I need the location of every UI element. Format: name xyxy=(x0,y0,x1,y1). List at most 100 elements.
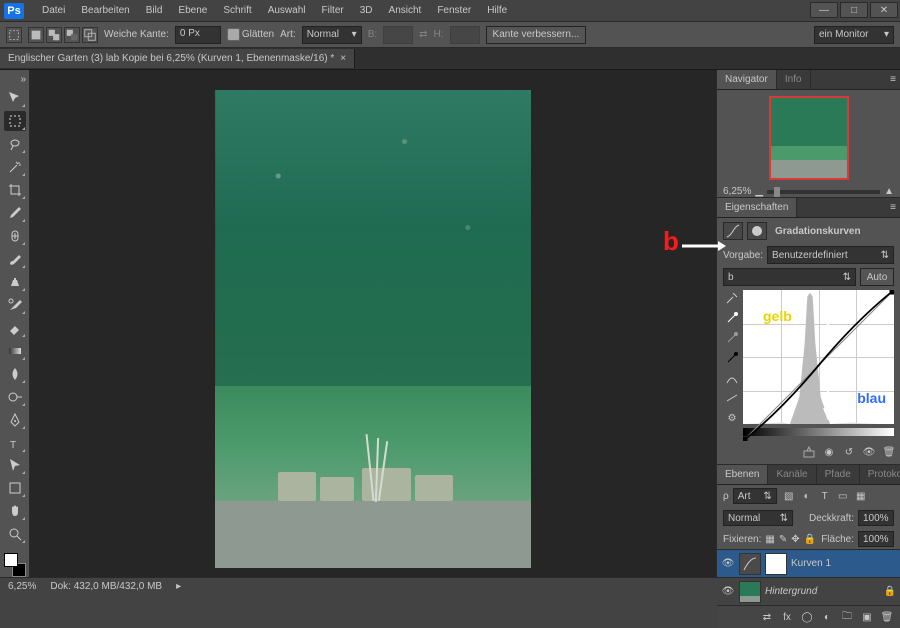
feather-input[interactable]: 0 Px xyxy=(175,26,221,44)
maximize-button[interactable]: □ xyxy=(840,2,868,18)
marquee-tool[interactable] xyxy=(4,111,26,131)
filter-shape-icon[interactable]: ▭ xyxy=(835,489,851,503)
toggle-visibility-icon[interactable]: 👁 xyxy=(860,444,878,460)
layers-tab[interactable]: Ebenen xyxy=(717,465,768,484)
view-previous-icon[interactable]: ◉ xyxy=(820,444,838,460)
menu-view[interactable]: Ansicht xyxy=(381,1,430,20)
layer-name[interactable]: Kurven 1 xyxy=(791,558,831,569)
filter-smart-icon[interactable]: ▦ xyxy=(853,489,869,503)
layer-style-icon[interactable]: fx xyxy=(778,609,796,625)
edit-points-icon[interactable] xyxy=(724,370,740,386)
mask-icon[interactable] xyxy=(747,222,767,240)
curves-graph[interactable]: gelb blau xyxy=(743,290,894,424)
zoom-out-icon[interactable]: ▁ xyxy=(755,186,763,197)
minimize-button[interactable]: — xyxy=(810,2,838,18)
layer-row-background[interactable]: 👁 Hintergrund 🔒 xyxy=(717,578,900,606)
sample-gray-icon[interactable] xyxy=(724,330,740,346)
reset-icon[interactable]: ↺ xyxy=(840,444,858,460)
shape-tool[interactable] xyxy=(4,478,26,498)
style-select[interactable]: Normal▾ xyxy=(302,26,362,44)
channels-tab[interactable]: Kanäle xyxy=(768,465,816,484)
menu-3d[interactable]: 3D xyxy=(352,1,381,20)
background-layer-thumb[interactable] xyxy=(739,581,761,603)
menu-help[interactable]: Hilfe xyxy=(479,1,515,20)
canvas-area[interactable] xyxy=(30,70,716,577)
collapse-toolbox-icon[interactable]: » xyxy=(0,74,29,85)
new-selection-icon[interactable] xyxy=(28,27,44,43)
document-canvas[interactable] xyxy=(215,90,531,568)
filter-type-icon[interactable]: T xyxy=(817,489,833,503)
brush-tool[interactable] xyxy=(4,249,26,269)
preset-select[interactable]: Benutzerdefiniert⇅ xyxy=(767,246,894,264)
path-selection-tool[interactable] xyxy=(4,456,26,476)
close-tab-icon[interactable]: × xyxy=(340,53,346,64)
type-tool[interactable]: T xyxy=(4,433,26,453)
fill-input[interactable]: 100% xyxy=(858,531,894,547)
on-image-adjust-icon[interactable] xyxy=(724,290,740,306)
layer-name[interactable]: Hintergrund xyxy=(765,586,817,597)
new-adjustment-icon[interactable]: ◐ xyxy=(818,609,836,625)
color-swatches[interactable] xyxy=(4,553,26,577)
blend-mode-select[interactable]: Normal⇅ xyxy=(723,510,793,526)
hand-tool[interactable] xyxy=(4,501,26,521)
status-doc-info[interactable]: Dok: 432,0 MB/432,0 MB xyxy=(50,581,162,592)
navigator-tab[interactable]: Navigator xyxy=(717,70,777,89)
delete-layer-icon[interactable]: 🗑 xyxy=(878,609,896,625)
dodge-tool[interactable] xyxy=(4,387,26,407)
navigator-body[interactable] xyxy=(717,90,900,186)
status-menu-icon[interactable]: ▸ xyxy=(176,581,181,592)
curves-layer-thumb[interactable] xyxy=(739,553,761,575)
info-tab[interactable]: Info xyxy=(777,70,811,89)
eraser-tool[interactable] xyxy=(4,318,26,338)
curves-adjust-icon[interactable] xyxy=(723,222,743,240)
magic-wand-tool[interactable] xyxy=(4,157,26,177)
draw-curve-icon[interactable] xyxy=(724,390,740,406)
add-mask-icon[interactable]: ◯ xyxy=(798,609,816,625)
move-tool[interactable] xyxy=(4,88,26,108)
properties-panel-menu-icon[interactable]: ≡ xyxy=(886,198,900,217)
menu-window[interactable]: Fenster xyxy=(429,1,479,20)
zoom-tool[interactable] xyxy=(4,524,26,544)
eyedropper-tool[interactable] xyxy=(4,203,26,223)
menu-filter[interactable]: Filter xyxy=(314,1,352,20)
gradient-tool[interactable] xyxy=(4,341,26,361)
navigator-panel-menu-icon[interactable]: ≡ xyxy=(886,70,900,89)
new-layer-icon[interactable]: ▣ xyxy=(858,609,876,625)
curve-options-icon[interactable]: ⚙ xyxy=(724,410,740,426)
filter-adjust-icon[interactable]: ◐ xyxy=(799,489,815,503)
layer-row-curves[interactable]: 👁 Kurven 1 xyxy=(717,550,900,578)
lock-pixels-icon[interactable]: ✎ xyxy=(779,534,787,545)
menu-edit[interactable]: Bearbeiten xyxy=(73,1,137,20)
menu-select[interactable]: Auswahl xyxy=(260,1,314,20)
paths-tab[interactable]: Pfade xyxy=(817,465,860,484)
healing-brush-tool[interactable] xyxy=(4,226,26,246)
refine-edge-button[interactable]: Kante verbessern... xyxy=(486,26,587,44)
antialias-checkbox[interactable] xyxy=(227,28,240,41)
intersect-selection-icon[interactable] xyxy=(82,27,98,43)
menu-type[interactable]: Schrift xyxy=(215,1,259,20)
close-button[interactable]: ✕ xyxy=(870,2,898,18)
foreground-color-swatch[interactable] xyxy=(4,553,18,567)
menu-image[interactable]: Bild xyxy=(138,1,171,20)
history-brush-tool[interactable] xyxy=(4,295,26,315)
navigator-thumbnail[interactable] xyxy=(769,96,849,180)
sample-white-icon[interactable] xyxy=(724,310,740,326)
pen-tool[interactable] xyxy=(4,410,26,430)
visibility-icon[interactable]: 👁 xyxy=(721,557,735,571)
navigator-zoom-slider[interactable] xyxy=(767,190,880,194)
filter-pixel-icon[interactable]: ▧ xyxy=(781,489,797,503)
clone-stamp-tool[interactable] xyxy=(4,272,26,292)
menu-layer[interactable]: Ebene xyxy=(170,1,215,20)
layer-mask-thumb[interactable] xyxy=(765,553,787,575)
blur-tool[interactable] xyxy=(4,364,26,384)
link-layers-icon[interactable]: ⇄ xyxy=(758,609,776,625)
lock-all-icon[interactable]: 🔒 xyxy=(804,534,816,545)
opacity-input[interactable]: 100% xyxy=(858,510,894,526)
sample-black-icon[interactable] xyxy=(724,350,740,366)
navigator-zoom-value[interactable]: 6,25% xyxy=(723,186,751,197)
delete-adjustment-icon[interactable]: 🗑 xyxy=(880,444,898,460)
channel-select[interactable]: b⇅ xyxy=(723,268,856,286)
lasso-tool[interactable] xyxy=(4,134,26,154)
new-group-icon[interactable]: 🗀 xyxy=(838,609,856,625)
lock-position-icon[interactable]: ✥ xyxy=(791,534,799,545)
